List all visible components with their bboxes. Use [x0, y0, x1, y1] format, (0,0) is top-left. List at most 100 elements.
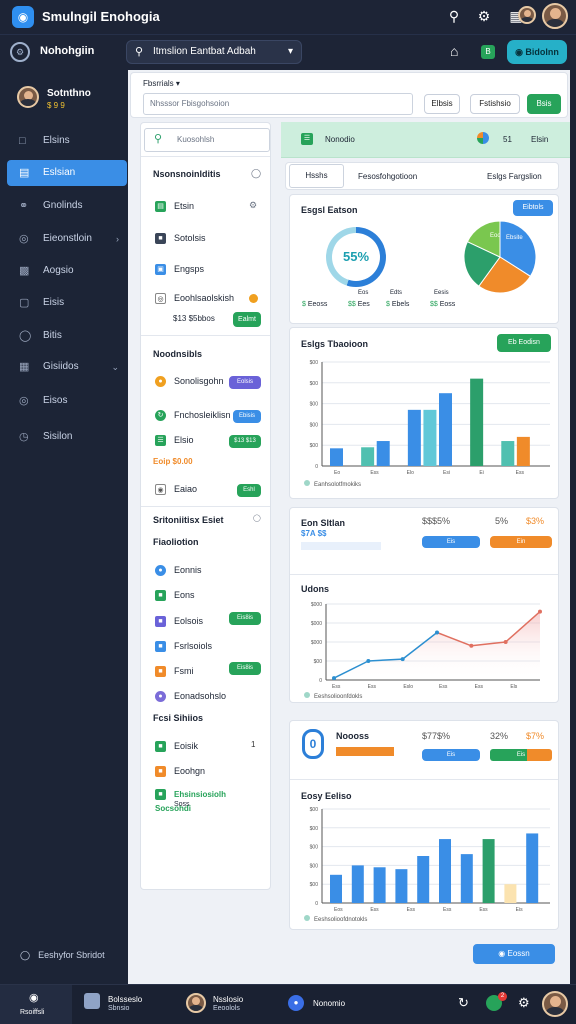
bar [470, 378, 484, 466]
sidebar-item-eisis[interactable]: ▢ Eisis [7, 290, 127, 316]
list-icon: ☰ [155, 435, 166, 447]
bar [373, 867, 386, 903]
user-icon: ● [155, 376, 166, 388]
list-item[interactable]: ▤ Etsin [155, 199, 261, 213]
list-item[interactable]: ● Eonnis [155, 563, 261, 577]
y-tick-label: $000 [311, 640, 322, 646]
bottom-item-4[interactable]: Nonomio [313, 999, 345, 1008]
user-avatar[interactable] [17, 86, 39, 108]
sidebar-item-elsins[interactable]: □ Elsins [7, 128, 127, 154]
stat-button[interactable]: Eis [422, 749, 480, 761]
filter-button-1[interactable]: Elbsis [424, 94, 460, 114]
item-button[interactable]: Eis8is [229, 662, 261, 675]
status-dot [249, 294, 258, 303]
list-item[interactable]: ● Eonadsohslo [155, 689, 261, 703]
list-item[interactable]: ■ Sotolsis [155, 231, 261, 245]
bottom-item-3[interactable]: Nsslosio [213, 995, 243, 1004]
search-icon[interactable]: ⚲ [444, 6, 464, 26]
left-search-input[interactable]: Kuosohlsh [144, 128, 270, 152]
sidebar-footer[interactable]: ◯ Eeshyfor Sbridot [20, 950, 105, 961]
filter-button-3[interactable]: Bsis [527, 94, 561, 114]
settings-icon[interactable]: ⚙ [474, 6, 494, 26]
avatar[interactable] [542, 3, 568, 29]
sidebar-item-eisos[interactable]: ◎ Eisos [7, 388, 127, 414]
sidebar-item-eslsian[interactable]: ▤ Eslsian [7, 160, 127, 186]
item-button[interactable]: Eolsis [229, 376, 261, 389]
settings-icon[interactable]: ⚙ [518, 995, 530, 1011]
tab-3[interactable]: Eslgs Fargslion [487, 172, 542, 181]
list-item[interactable]: ■ Eoisik [155, 739, 261, 753]
legend-item: $ Ebels [386, 301, 409, 308]
bar [504, 884, 517, 903]
item-button[interactable]: Eshl [237, 484, 261, 497]
sidebar-item-bitis[interactable]: ◯ Bitis [7, 323, 127, 349]
card2-button[interactable]: Eb Eodisn [497, 334, 551, 352]
x-tick-label: Ei [479, 470, 483, 476]
sidebar-item-aogsio[interactable]: ▩ Aogsio [7, 258, 127, 284]
app-icon[interactable] [84, 993, 100, 1009]
sidebar-item-gisiidos[interactable]: ▦ Gisiidos ⌄ [7, 354, 127, 380]
item-sub: Soss [174, 801, 190, 808]
notification-badge: 2 [498, 992, 507, 1001]
workspace-icon[interactable]: ⚙ [10, 42, 30, 62]
header-button[interactable]: Elsin [531, 135, 548, 144]
circle-icon: ● [155, 565, 166, 577]
list-item[interactable]: ■ Fsrlsoiols [155, 639, 261, 653]
y-tick-label: $000 [311, 602, 322, 608]
pie-label: Ebsite [506, 235, 523, 241]
filter-button-2[interactable]: Fstishsio [470, 94, 520, 114]
legend-item: $$ Eoss [430, 301, 455, 308]
list-item-label: Eons [174, 590, 195, 600]
stat-button[interactable]: Ein [490, 536, 552, 548]
tab-2[interactable]: Fesosfohgotioon [358, 172, 417, 181]
stat-button[interactable]: Eis [422, 536, 480, 548]
filter-input[interactable]: Nhsssor Fbisgohsoion [143, 93, 413, 115]
section3-title: Sritoniitisx Esiet [153, 515, 224, 525]
line-point [400, 657, 405, 662]
bottom-tab-home[interactable]: ◉ Rsoiffsli [0, 985, 72, 1024]
list-item[interactable]: ◎ Eoohlsaolskish [155, 291, 261, 305]
y-tick-label: $00 [310, 443, 319, 449]
item-button[interactable]: Eis8is [229, 612, 261, 625]
search-select[interactable]: ⚲ Itmslion Eantbat Adbah ▾ [126, 40, 302, 64]
pie-label: Eoo [490, 233, 501, 239]
y-tick-label: $00 [310, 882, 319, 888]
sidebar-item-eieonstloin[interactable]: ◎ Eieonstloin › [7, 226, 127, 252]
item-button[interactable]: $13 $13 [229, 435, 261, 448]
main-content: Fbsrrials ▾ Nhsssor Fbisgohsoion Elbsis … [128, 70, 570, 984]
user-meta: $ 9 9 [47, 101, 65, 110]
info-icon[interactable]: ◯ [253, 514, 261, 522]
x-tick-label: Ess [443, 907, 452, 913]
tab-1[interactable]: Hsshs [289, 164, 344, 188]
sidebar-item-label: Sisilon [43, 431, 73, 442]
green-badge[interactable]: B [481, 45, 495, 59]
avatar[interactable] [186, 993, 206, 1013]
sidebar-item-gnolinds[interactable]: ⚭ Gnolinds [7, 193, 127, 219]
filter-label[interactable]: Fbsrrials ▾ [143, 79, 180, 88]
avatar[interactable] [542, 991, 568, 1017]
avatar-small[interactable] [518, 6, 536, 24]
list-item[interactable]: ■ Ehsinsiosiolh Socsohdi [155, 788, 261, 813]
app-logo-icon[interactable]: ◉ [12, 6, 34, 28]
fab-button[interactable]: ◉ Eossn [473, 944, 555, 964]
bottom-bar: ◉ Rsoiffsli Bolsseslo Sbnsio Nsslosio Ee… [0, 984, 576, 1024]
sidebar-item-sisilon[interactable]: ◷ Sisilon [7, 424, 127, 450]
left-column: Kuosohlsh ⚲ Nsonsnoinlditis ◯ ▤ Etsin ⚙ ■… [140, 122, 271, 890]
home-icon[interactable]: ⌂ [450, 43, 458, 59]
item-button[interactable]: Ealmt [233, 312, 261, 327]
card1-button[interactable]: Eibtols [513, 200, 553, 216]
location-icon[interactable]: ● [288, 995, 304, 1011]
line-point [503, 640, 508, 644]
settings-icon[interactable]: ⚙ [249, 200, 257, 211]
stat-button[interactable]: Eis [490, 749, 552, 761]
list-item[interactable]: ■ Eoohgn [155, 764, 261, 778]
bar [361, 447, 375, 466]
info-icon[interactable]: ◯ [251, 168, 261, 179]
item-button[interactable]: Ebisis [233, 410, 261, 423]
list-item[interactable]: ■ Eons [155, 588, 261, 602]
share-icon[interactable]: ↻ [458, 995, 469, 1011]
new-button[interactable]: ◉ Bidolnn [507, 40, 567, 64]
bottom-item-2[interactable]: Bolsseslo [108, 995, 142, 1004]
card4-title: Udons [301, 584, 329, 594]
list-item[interactable]: ▣ Engsps [155, 262, 261, 276]
